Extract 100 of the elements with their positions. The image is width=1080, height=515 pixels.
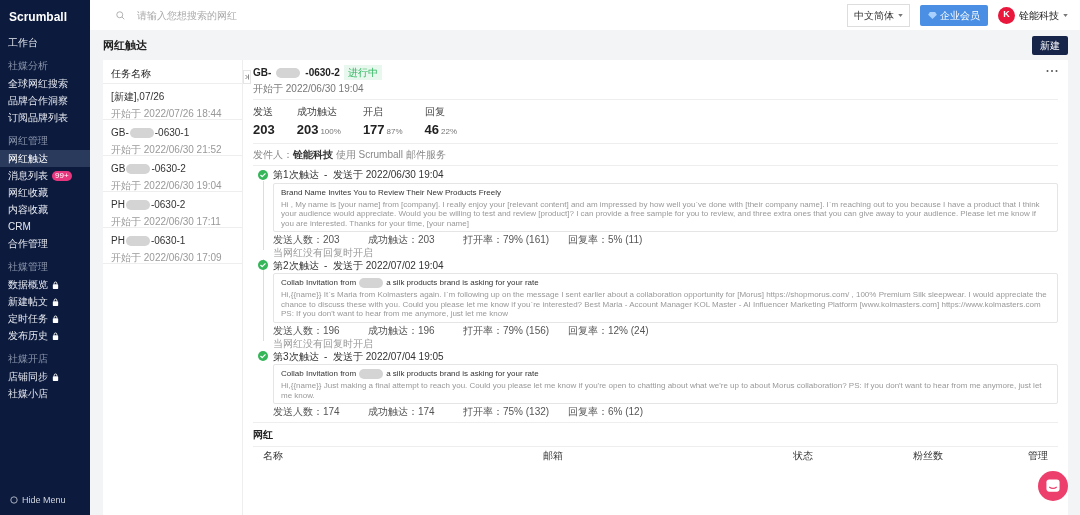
email-body: Hi,{{name}} It`s Maria from Kolmasters again. I`m following up on the message I sent earlier about a collaboration opportunity for [Morus] https://shopmorus.com/ , 100% Premium Silk sleepwear. I would appreciate the chance to discuss these with you. Could you please let me know if you`re interested? Best Maria - Account Manager KOL Master - AI Influencer Marketing Platform [www.kolmasters.com] https://www.kolmasters.com PS: If you don't want to hear from me anymore, just let me know [281,290,1048,320]
sidebar-item[interactable]: 合作管理 [0,235,90,252]
sidebar-item[interactable]: CRM [0,218,90,235]
sidebar-item[interactable]: 新建帖文 [0,293,90,310]
task-date: 开始于 2022/06/30 17:11 [111,215,222,229]
stat-percent: 100% [320,127,341,136]
page-title: 网红触达 [103,37,147,53]
task-title: GB- [253,66,272,80]
task-name: -0630-2 [151,162,186,176]
sidebar-item[interactable]: 发布历史 [0,327,90,344]
sidebar-item[interactable]: 店铺同步 [0,368,90,385]
new-button[interactable]: 新建 [1032,35,1068,55]
sidebar-item[interactable]: 定时任务 [0,310,90,327]
stat-percent: 87% [386,127,403,136]
hide-menu-link[interactable]: Hide Menu [0,485,90,515]
section-title: 网红 [253,427,1058,448]
task-name: -0630-1 [150,234,186,248]
task-name: GB [111,162,126,176]
email-subject: Collab Invitation from [281,368,357,381]
email-subject: a silk products brand is asking for your rate [386,368,539,381]
step-stat: 发送人数：203 [273,234,341,247]
step-title: 第3次触达 - 发送于 2022/07/04 19:05 [273,349,444,364]
task-item[interactable]: [新建],07/26 开始于 2022/07/26 18:44 [103,84,242,120]
sidebar-item[interactable]: 消息列表 99+ [0,167,90,184]
task-name: GB- [111,126,129,140]
step-stat: 回复率：5% (11) [568,234,644,247]
avatar: K [998,6,1015,24]
stat-label: 回复 [424,105,446,119]
sidebar-item[interactable]: 全球网红搜索 [0,75,90,92]
email-body: Hi,{{name}} Just making a final attempt to reach you. Could you please let me know if you're open to chatting about what we're up to about Morus collaboration? PS: If you don't want to hear from me anymore, just let me know. [281,381,1043,401]
sidebar-item[interactable]: 订阅品牌列表 [0,109,90,126]
task-date: 开始于 2022/06/30 21:52 [111,143,223,157]
diamond-icon [928,11,937,19]
section-label: 网红管理 [7,134,49,148]
step-title: 第1次触达 - 发送于 2022/06/30 19:04 [273,168,444,182]
account-menu[interactable]: K 铨能科技 [998,6,1068,24]
sidebar-item[interactable]: 品牌合作洞察 [0,92,90,109]
task-date: 开始于 2022/06/30 19:04 [253,82,365,96]
task-date: 开始于 2022/06/30 19:04 [111,179,223,193]
step-stat: 回复率：6% (12) [568,406,644,419]
task-name: -0630-1 [154,126,190,140]
sidebar-item[interactable]: 网红触达 [0,150,90,167]
column-header: 管理 [1028,449,1048,464]
column-header: 邮箱 [543,449,564,464]
task-title: -0630-2 [305,66,340,80]
sender-label: 发件人： [253,148,293,160]
check-icon [258,260,268,271]
step-stat: 成功触达：196 [368,325,436,338]
task-date: 开始于 2022/06/30 17:09 [111,251,223,265]
check-icon [258,169,268,180]
more-icon[interactable] [1046,69,1058,73]
step-stat: 发送人数：174 [273,406,341,419]
task-item[interactable]: GB- -0630-1 开始于 2022/06/30 21:52 [103,120,242,156]
sidebar-item[interactable]: 网红收藏 [0,184,90,201]
stat-label: 发送 [253,105,274,119]
stat-value: 203 [253,122,275,137]
column-header: 任务名称 [103,60,242,84]
task-item[interactable]: PH -0630-2 开始于 2022/06/30 17:11 [103,192,242,228]
email-subject: Brand Name Invites You to Review Their New Products Freely [281,186,501,199]
language-select[interactable]: 中文简体 [847,3,910,27]
step-stat: 回复率：12% (24) [568,325,650,338]
step-stat: 成功触达：203 [368,234,436,247]
stat-value: 203 [296,122,319,137]
email-subject: a silk products brand is asking for your rate [386,277,539,290]
email-subject: Collab Invitation from [281,277,357,290]
sender-name: 铨能科技 [293,148,333,160]
stat-label: 成功触达 [296,105,338,119]
step-stat: 打开率：79% (161) [463,234,551,247]
task-name: -0630-2 [150,198,186,212]
check-icon [258,351,268,362]
chat-icon[interactable] [1038,471,1068,501]
brand-logo: Scrumball [8,9,69,26]
task-name: PH [111,234,125,248]
step-stat: 成功触达：174 [368,406,436,419]
task-item[interactable]: PH -0630-1 开始于 2022/06/30 17:09 [103,228,242,264]
stat-value: 177 [362,122,385,137]
stat-percent: 22% [441,127,458,136]
sidebar-item[interactable]: 工作台 [0,34,90,51]
column-header: 粉丝数 [913,449,944,464]
task-date: 开始于 2022/07/26 18:44 [111,107,223,121]
task-item[interactable]: GB -0630-2 开始于 2022/06/30 19:04 [103,156,242,192]
sidebar-item[interactable]: 内容收藏 [0,201,90,218]
column-header: 状态 [793,449,814,464]
task-name: [新建],07/26 [111,90,165,104]
collapse-icon[interactable] [243,70,251,84]
caret-icon [898,13,903,17]
status-tag: 进行中 [343,65,382,80]
section-label: 社媒分析 [7,59,49,73]
sidebar-item[interactable]: 社媒小店 [0,385,90,402]
stat-value: 46 [424,122,440,137]
stat-label: 开启 [362,105,384,119]
section-label: 社媒开店 [7,352,49,366]
search-field[interactable]: 请输入您想搜索的网红 [135,6,385,24]
count-badge: 99+ [52,170,72,181]
condition-note: 当网红没有回复时开启 [273,247,374,260]
task-name: PH [111,198,125,212]
caret-icon [1063,13,1068,17]
step-stat: 打开率：75% (132) [463,406,551,419]
sidebar-item[interactable]: 数据概览 [0,276,90,293]
circle-icon [10,496,18,505]
